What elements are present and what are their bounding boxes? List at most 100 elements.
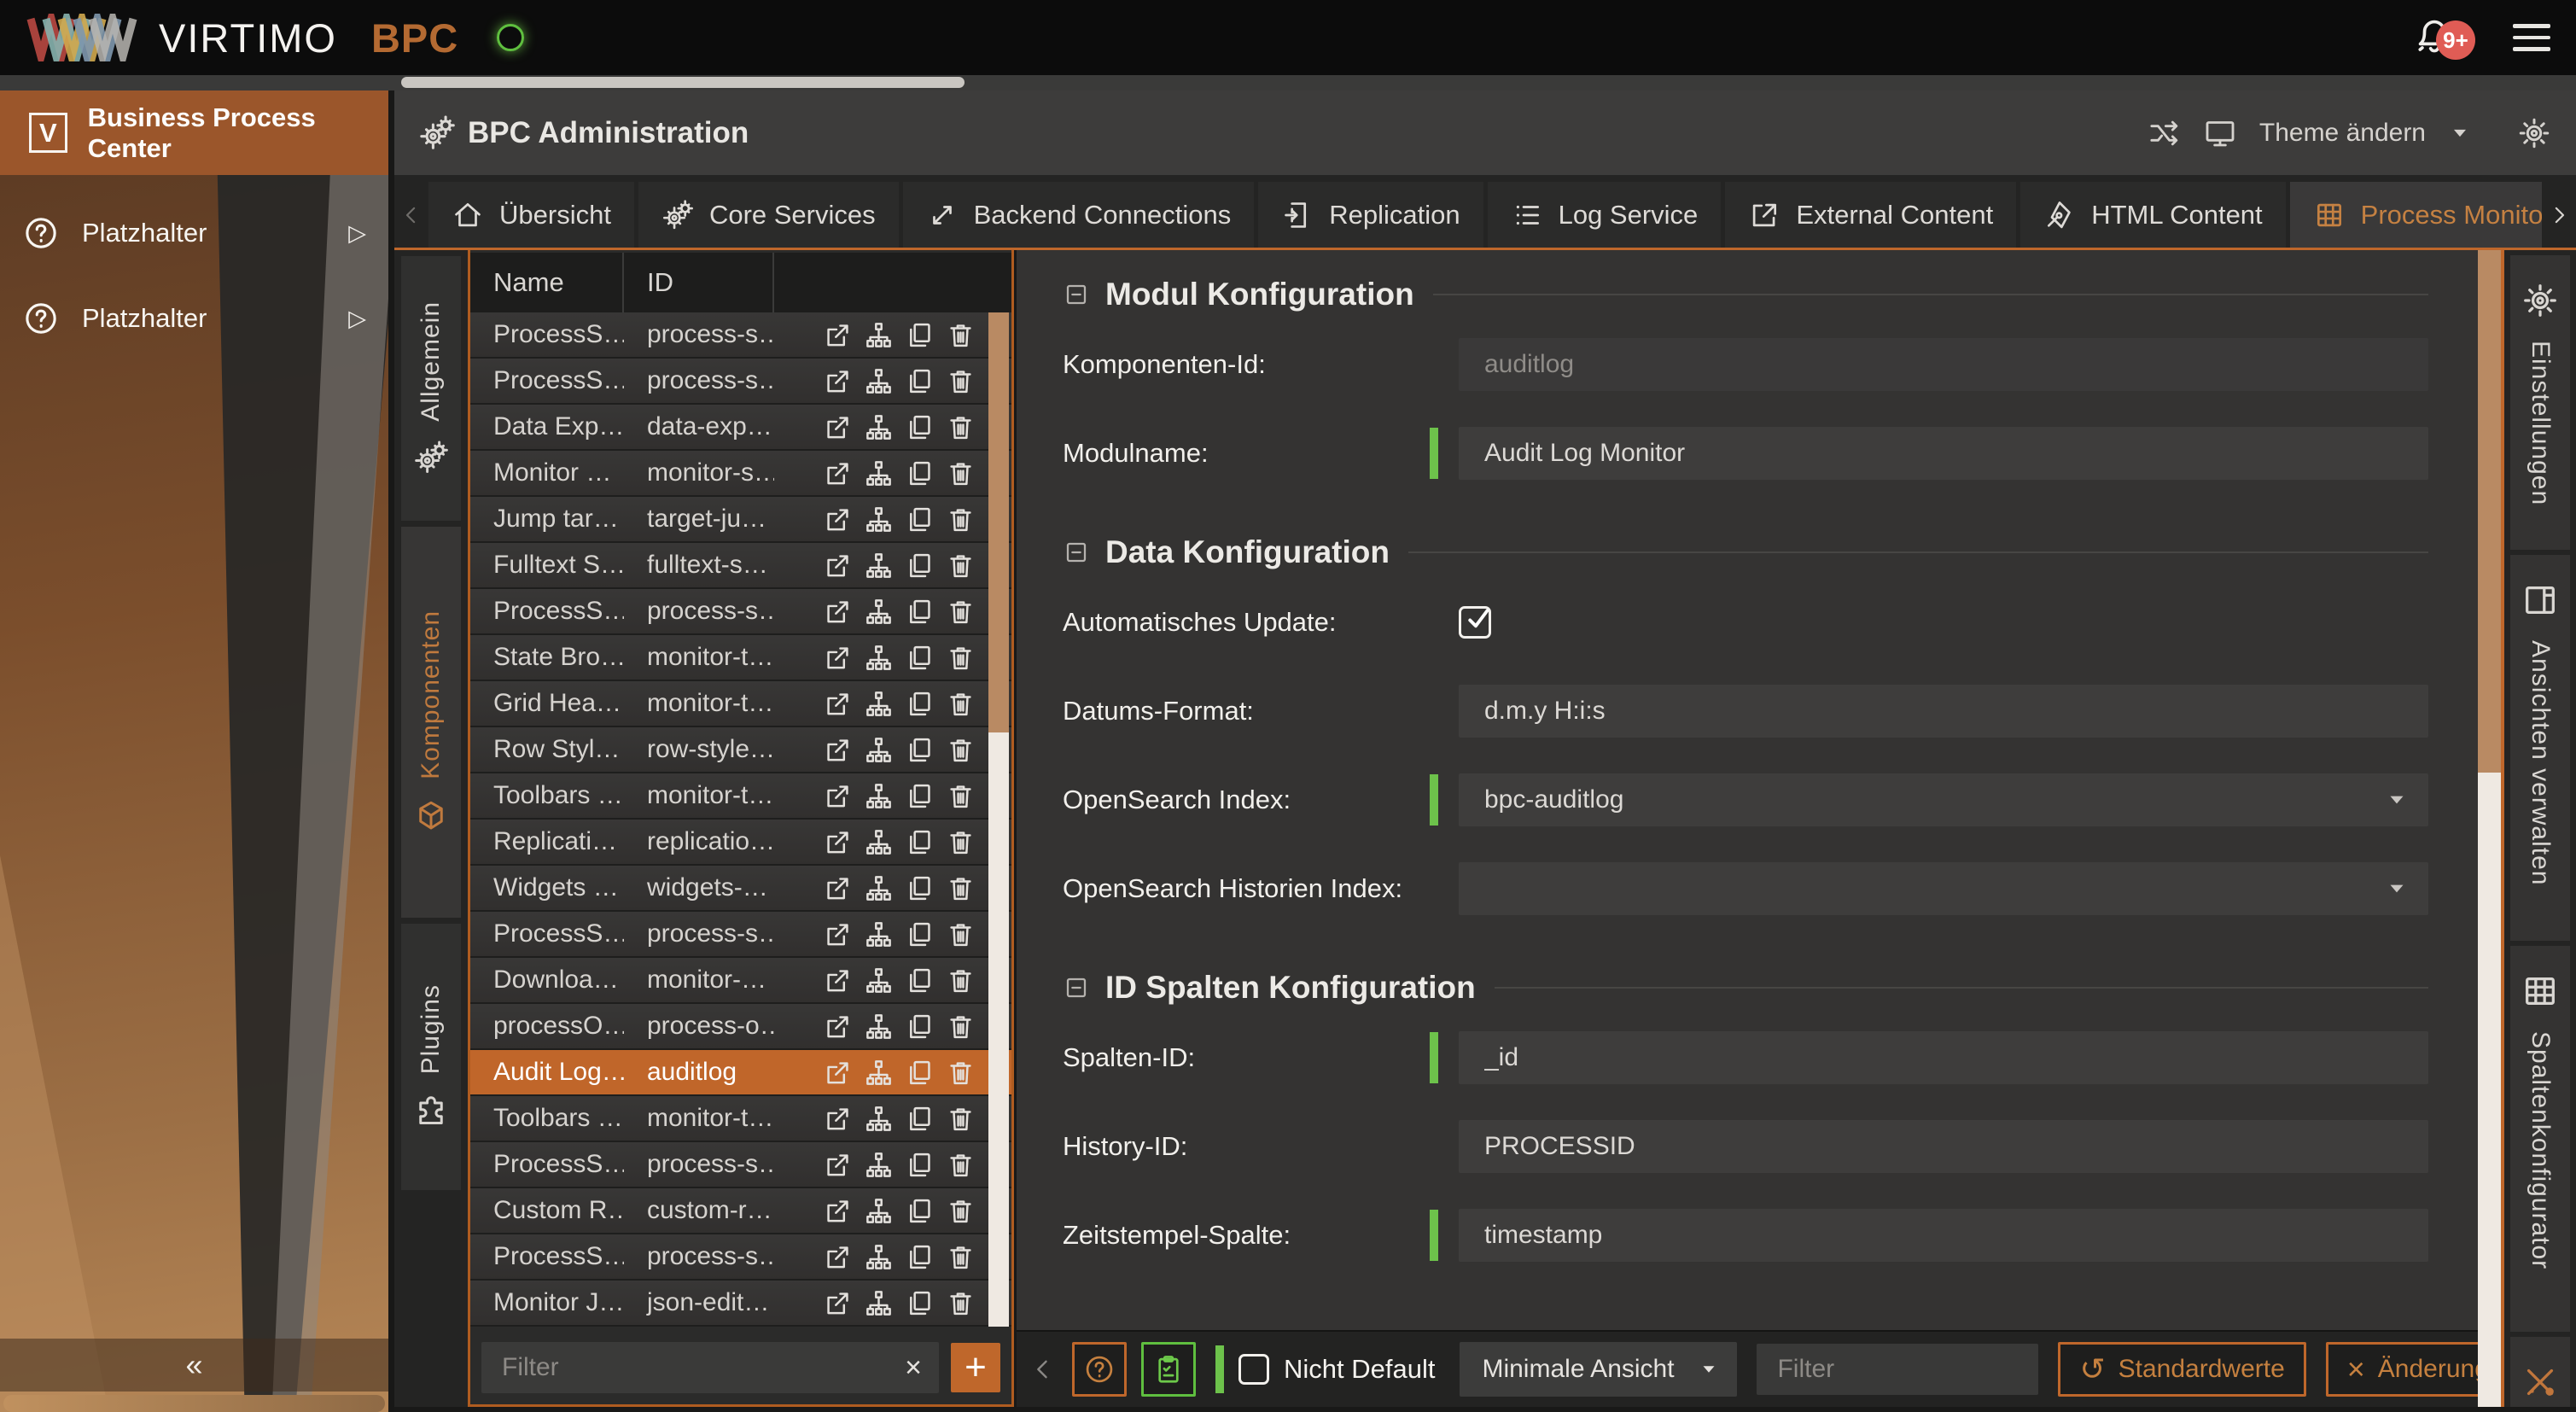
copy-button[interactable] (905, 827, 935, 857)
open-external-button[interactable] (823, 827, 853, 857)
right-tab-spaltenkonfigurator[interactable]: Spaltenkonfigurator (2510, 946, 2570, 1332)
trash-button[interactable] (946, 551, 976, 581)
open-external-button[interactable] (823, 919, 853, 949)
sidebar-item-platzhalter[interactable]: Platzhalter▷ (0, 291, 388, 346)
expand-arrow-icon[interactable]: ▷ (348, 306, 366, 332)
copy-button[interactable] (905, 1196, 935, 1226)
discard-changes-button[interactable]: × Änderungen verwer (2326, 1342, 2478, 1397)
nicht-default-checkbox[interactable] (1238, 1354, 1269, 1385)
main-scrollbar-thumb[interactable] (2478, 250, 2501, 773)
trash-button[interactable] (946, 827, 976, 857)
open-external-button[interactable] (823, 1288, 853, 1318)
trash-button[interactable] (946, 366, 976, 396)
copy-button[interactable] (905, 505, 935, 534)
main-scrollbar[interactable] (2478, 250, 2501, 1407)
field-checkbox[interactable] (1459, 606, 1491, 639)
trash-button[interactable] (946, 505, 976, 534)
table-row[interactable]: ProcessS…process-s… (470, 912, 1011, 958)
toolbar-filter-input[interactable] (1757, 1355, 2107, 1384)
open-external-button[interactable] (823, 551, 853, 581)
sitemap-button[interactable] (864, 551, 894, 581)
filter-clear-icon[interactable]: × (888, 1351, 939, 1385)
open-external-button[interactable] (823, 597, 853, 627)
copy-button[interactable] (905, 597, 935, 627)
trash-button[interactable] (946, 1288, 976, 1318)
sitemap-button[interactable] (864, 827, 894, 857)
copy-button[interactable] (905, 1288, 935, 1318)
sitemap-button[interactable] (864, 735, 894, 765)
tab-backend-connections[interactable]: Backend Connections (903, 182, 1255, 248)
reset-defaults-button[interactable]: ↺ Standardwerte (2058, 1342, 2305, 1397)
hamburger-icon[interactable] (2513, 24, 2550, 51)
table-row[interactable]: Jump tar…target-ju… (470, 497, 1011, 543)
trash-button[interactable] (946, 1012, 976, 1041)
expand-arrow-icon[interactable]: ▷ (348, 220, 366, 247)
table-row[interactable]: processO…process-o… (470, 1004, 1011, 1050)
copy-button[interactable] (905, 643, 935, 673)
trash-button[interactable] (946, 873, 976, 903)
table-filter-input[interactable] (481, 1353, 888, 1382)
help-button[interactable] (1072, 1342, 1127, 1397)
trash-button[interactable] (946, 458, 976, 488)
tab--bersicht[interactable]: Übersicht (428, 182, 634, 248)
tab-process-monitoring[interactable]: Process Monitoring (2290, 182, 2576, 248)
copy-button[interactable] (905, 919, 935, 949)
open-external-button[interactable] (823, 366, 853, 396)
toolbar-scroll-left-button[interactable] (1029, 1355, 1058, 1384)
sitemap-button[interactable] (864, 689, 894, 719)
sitemap-button[interactable] (864, 919, 894, 949)
trash-button[interactable] (946, 1242, 976, 1272)
tab-external-content[interactable]: External Content (1725, 182, 2016, 248)
field-input[interactable] (1459, 338, 2428, 391)
table-row[interactable]: Monitor …monitor-s… (470, 451, 1011, 497)
table-row[interactable]: Audit Log…auditlog (470, 1050, 1011, 1096)
field-input[interactable] (1459, 773, 2428, 826)
trash-button[interactable] (946, 412, 976, 442)
sitemap-button[interactable] (864, 505, 894, 534)
trash-button[interactable] (946, 1058, 976, 1088)
open-external-button[interactable] (823, 1196, 853, 1226)
copy-button[interactable] (905, 1058, 935, 1088)
open-external-button[interactable] (823, 689, 853, 719)
table-row[interactable]: Fulltext S…fulltext-s… (470, 543, 1011, 589)
sitemap-button[interactable] (864, 1196, 894, 1226)
side-tab-allgemein[interactable]: Allgemein (401, 256, 461, 521)
copy-button[interactable] (905, 412, 935, 442)
open-external-button[interactable] (823, 1058, 853, 1088)
table-row[interactable]: Toolbars …monitor-t… (470, 773, 1011, 820)
field-input[interactable] (1459, 1120, 2428, 1173)
table-row[interactable]: ProcessS…process-s… (470, 312, 1011, 359)
open-external-button[interactable] (823, 966, 853, 995)
sidebar-collapse-button[interactable]: « (0, 1339, 388, 1392)
trash-button[interactable] (946, 781, 976, 811)
trash-button[interactable] (946, 643, 976, 673)
field-input[interactable] (1459, 1031, 2428, 1084)
table-row[interactable]: ProcessS…process-s… (470, 1234, 1011, 1281)
field-input[interactable] (1459, 1209, 2428, 1262)
chevron-down-icon[interactable] (2384, 876, 2410, 901)
tab-core-services[interactable]: Core Services (638, 182, 899, 248)
field-input[interactable] (1459, 427, 2428, 480)
table-row[interactable]: Downloa…monitor-… (470, 958, 1011, 1004)
table-row[interactable]: ProcessS…process-s… (470, 1142, 1011, 1188)
sitemap-button[interactable] (864, 873, 894, 903)
sitemap-button[interactable] (864, 458, 894, 488)
right-tab-editor[interactable]: Editor (2510, 1337, 2570, 1412)
side-tab-komponenten[interactable]: Komponenten (401, 527, 461, 918)
copy-button[interactable] (905, 689, 935, 719)
column-header-name[interactable]: Name (470, 253, 624, 312)
trash-button[interactable] (946, 1150, 976, 1180)
tab-html-content[interactable]: HTML Content (2020, 182, 2285, 248)
monitor-icon[interactable] (2203, 116, 2237, 150)
sitemap-button[interactable] (864, 597, 894, 627)
table-row[interactable]: Row Styl…row-style… (470, 727, 1011, 773)
tabs-scroll-right-button[interactable] (2542, 182, 2576, 248)
table-row[interactable]: ProcessS…process-s… (470, 359, 1011, 405)
table-row[interactable]: Widgets …widgets-… (470, 866, 1011, 912)
collapse-section-icon[interactable] (1063, 281, 1090, 308)
table-row[interactable]: ProcessS…process-s… (470, 589, 1011, 635)
copy-button[interactable] (905, 1104, 935, 1134)
sitemap-button[interactable] (864, 1242, 894, 1272)
table-row[interactable]: Replicati…replicatio… (470, 820, 1011, 866)
sitemap-button[interactable] (864, 643, 894, 673)
